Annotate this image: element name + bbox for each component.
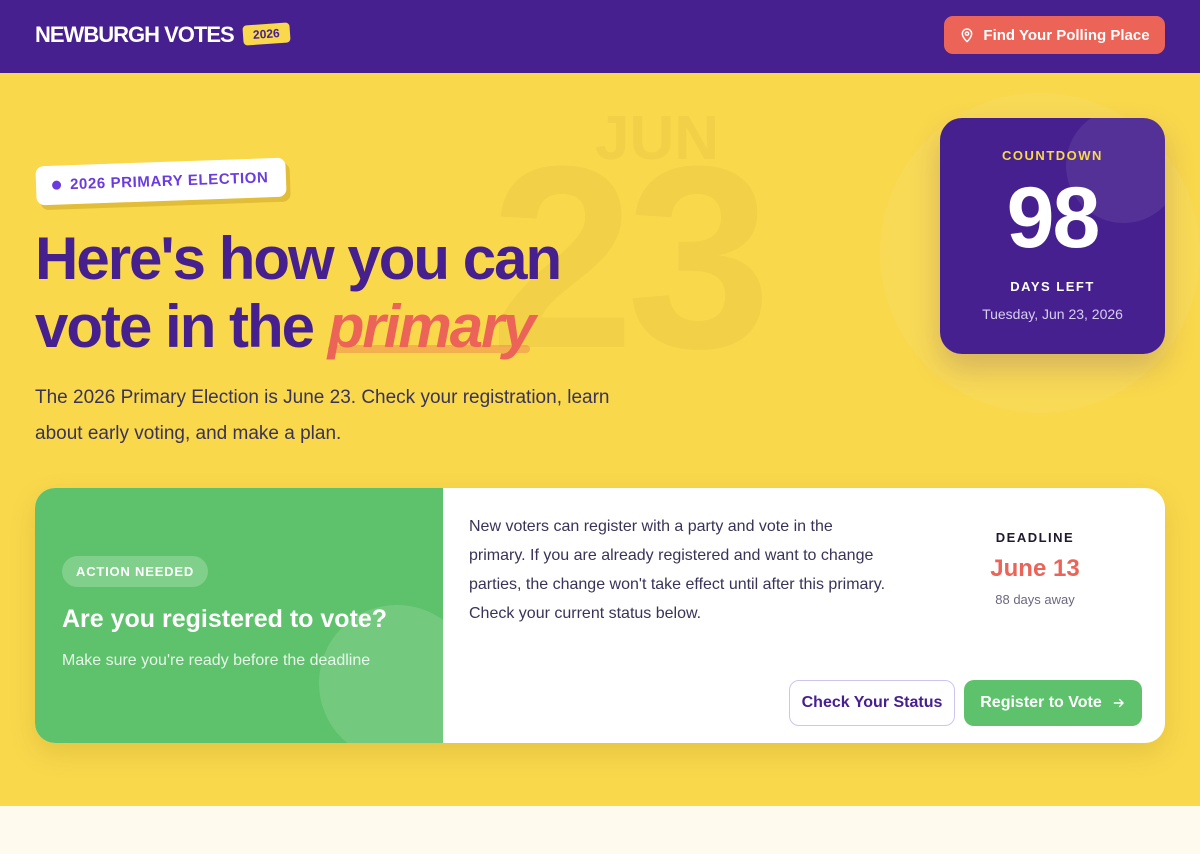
countdown-value: 98 <box>1006 170 1101 266</box>
page-title: Here's how you can vote in the primary <box>35 225 675 361</box>
deadline-days-away: 88 days away <box>995 592 1075 607</box>
registration-body: New voters can register with a party and… <box>469 518 886 622</box>
check-status-button[interactable]: Check Your Status <box>789 680 955 726</box>
find-polling-place-button[interactable]: Find Your Polling Place <box>944 16 1165 54</box>
deadline-label: DEADLINE <box>995 530 1075 545</box>
registration-question: Are you registered to vote? <box>62 605 388 633</box>
election-tag: 2026 PRIMARY ELECTION <box>35 157 288 206</box>
countdown-card: COUNTDOWN 98 DAYS LEFT Tuesday, Jun 23, … <box>940 118 1165 354</box>
arrow-right-icon <box>1113 698 1124 708</box>
deadline-date: June 13 <box>990 555 1080 582</box>
registration-subtext: Make sure you're ready before the deadli… <box>62 652 371 669</box>
countdown-date: Tuesday, Jun 23, 2026 <box>982 306 1123 322</box>
hero-section: JUN 23 2026 PRIMARY ELECTION Here's how … <box>0 73 1200 806</box>
registration-panel: ACTION NEEDED Are you registered to vote… <box>35 488 443 743</box>
headline-line-2: vote in the <box>35 293 328 360</box>
registration-card: ACTION NEEDED Are you registered to vote… <box>35 488 1165 743</box>
action-needed-badge: ACTION NEEDED <box>62 556 209 587</box>
find-polling-place-label: Find Your Polling Place <box>983 26 1150 44</box>
headline-line-1: Here's how you can <box>35 225 562 292</box>
election-tag-label: 2026 PRIMARY ELECTION <box>69 169 269 194</box>
map-pin-icon <box>962 28 973 43</box>
site-header: NEWBURGH VOTES 2026 Find Your Polling Pl… <box>0 0 1200 73</box>
countdown-label: COUNTDOWN <box>1002 148 1103 163</box>
register-to-vote-button[interactable]: Register to Vote <box>964 680 1142 726</box>
countdown-sublabel: DAYS LEFT <box>1010 279 1095 294</box>
deadline-block: DEADLINE June 13 88 days away <box>945 530 1125 607</box>
year-badge: 2026 <box>242 22 291 46</box>
site-brand[interactable]: NEWBURGH VOTES <box>35 22 235 48</box>
headline-emphasis: primary <box>327 293 536 360</box>
tag-dot-icon <box>51 180 62 190</box>
intro-text: The 2026 Primary Election is June 23. Ch… <box>35 387 610 444</box>
register-to-vote-label: Register to Vote <box>980 694 1102 711</box>
